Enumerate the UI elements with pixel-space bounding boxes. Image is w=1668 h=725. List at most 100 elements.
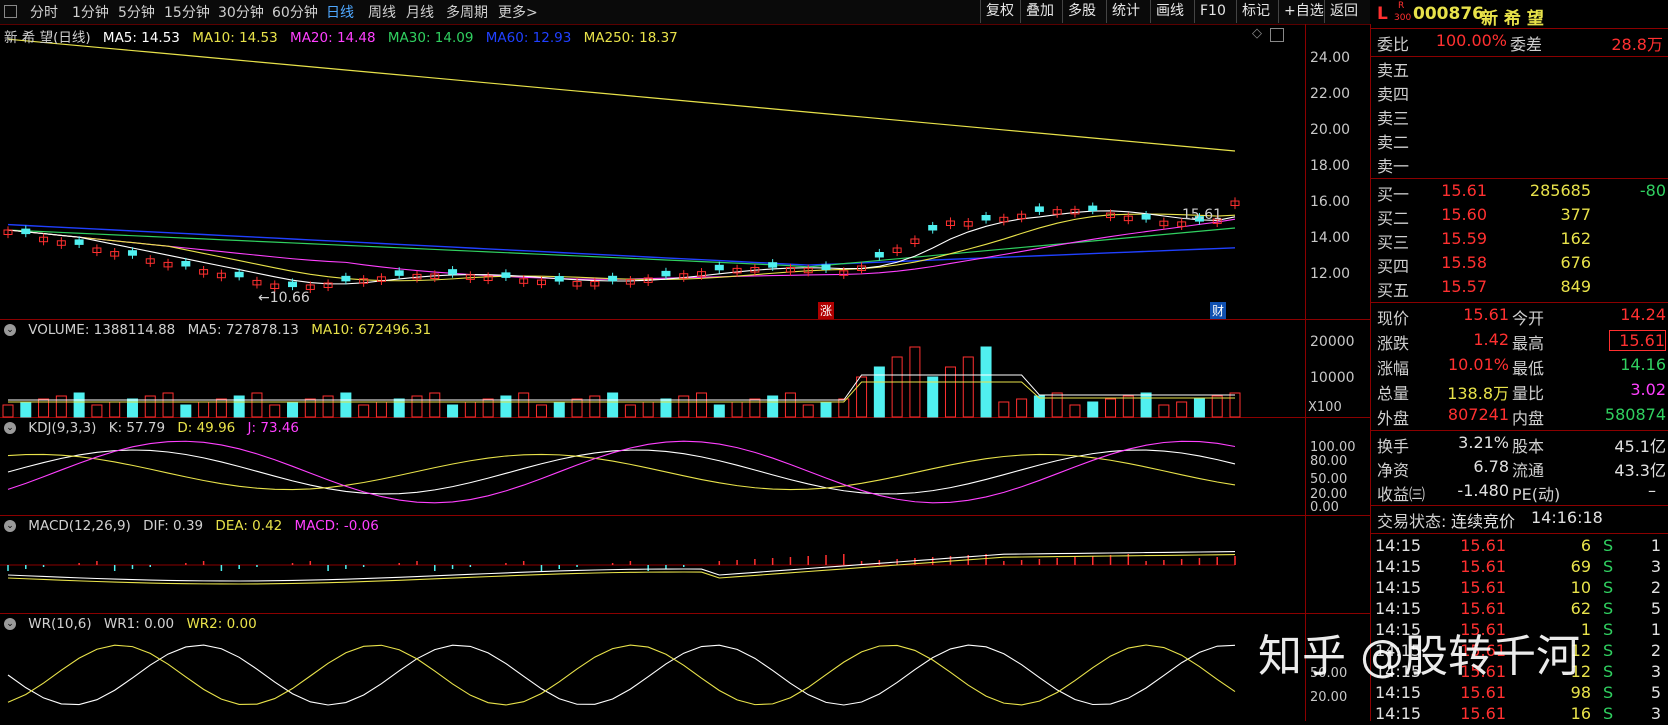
tick-price: 15.61 <box>1460 578 1506 597</box>
volume-bar <box>1105 398 1117 418</box>
volume-bar <box>109 401 121 418</box>
buy-row[interactable]: 买一 15.61 285685 -80 <box>1371 181 1668 207</box>
volume-bar <box>518 392 530 418</box>
macd-dea-label: DEA: 0.42 <box>215 518 283 534</box>
limit-up-marker[interactable]: 涨 <box>818 302 835 319</box>
sell-row: 卖五 <box>1371 57 1668 83</box>
weibi-row: 委比 100.00% 委差 28.8万 <box>1371 31 1668 57</box>
volume-bar <box>589 395 601 418</box>
chevron-down-icon[interactable]: ⌄ <box>4 520 16 532</box>
candle-body <box>661 270 671 277</box>
stat-value: 43.3亿 <box>1614 461 1666 480</box>
stat-label: 现价 <box>1377 309 1410 328</box>
macd-value-label: MACD: -0.06 <box>294 518 379 534</box>
volume-bar <box>429 392 441 418</box>
kdj-k-label: K: 57.79 <box>108 420 166 436</box>
tick-side: S <box>1603 599 1614 618</box>
candle-body <box>608 275 618 282</box>
volume-bar <box>340 392 352 418</box>
chevron-down-icon[interactable]: ⌄ <box>4 618 16 630</box>
volume-bar <box>553 401 565 418</box>
stat-label: 最高 <box>1512 334 1545 353</box>
volume-bar <box>251 392 263 418</box>
volume-bar <box>447 404 459 418</box>
back-button[interactable]: 返回 <box>1324 0 1363 23</box>
tick-count: 3 <box>1650 557 1661 576</box>
volume-bar <box>713 404 725 418</box>
volume-bar <box>642 401 654 418</box>
volume-bar <box>500 395 512 418</box>
tick-time: 14:15 <box>1375 536 1422 555</box>
stat-row: 涨幅 10.01% 最低 14.16 <box>1371 355 1668 381</box>
tick-price: 15.61 <box>1460 683 1506 702</box>
weicha-value: 28.8万 <box>1611 35 1663 54</box>
chevron-down-icon[interactable]: ⌄ <box>4 422 16 434</box>
tick-count: 3 <box>1650 704 1661 723</box>
buy-row[interactable]: 买五 15.57 849 <box>1371 277 1668 303</box>
tick-side: S <box>1603 536 1614 555</box>
stat-label: 今开 <box>1512 309 1545 328</box>
tick-price: 15.61 <box>1460 536 1506 555</box>
candle-body <box>288 281 298 288</box>
candle-body <box>821 264 831 270</box>
trade-status-value: 连续竞价 <box>1451 512 1516 531</box>
stat-value: 3.21% <box>1458 433 1509 452</box>
buy-row[interactable]: 买二 15.60 377 <box>1371 205 1668 231</box>
stat-label: PE(动) <box>1512 485 1561 504</box>
buy-row[interactable]: 买三 15.59 162 <box>1371 229 1668 255</box>
chevron-down-icon[interactable]: ⌄ <box>4 324 16 336</box>
candle-body <box>234 271 244 278</box>
sell-label: 卖五 <box>1377 61 1410 80</box>
volume-bar <box>322 395 334 418</box>
tick-side: S <box>1603 662 1614 681</box>
tick-time: 14:15 <box>1375 599 1422 618</box>
tick-price: 15.61 <box>1460 557 1506 576</box>
volume-bar <box>1016 398 1028 418</box>
stat2-row: 净资 6.78 流通 43.3亿 <box>1371 457 1668 483</box>
volume-bar <box>624 404 636 418</box>
volume-bar <box>411 395 423 418</box>
financial-marker[interactable]: 财 <box>1210 302 1227 319</box>
buy-label: 买二 <box>1377 209 1410 228</box>
volume-bar <box>678 395 690 418</box>
y-tick: 18.00 <box>1310 158 1351 174</box>
volume-bar <box>198 401 210 418</box>
candle-body <box>501 272 511 278</box>
stock-code: 000876 <box>1413 4 1484 24</box>
quote-tag-bottom: 300 <box>1394 13 1412 23</box>
volume-bar <box>784 392 796 418</box>
volume-bar <box>731 401 743 418</box>
candle-body <box>394 270 404 276</box>
volume-ma10-label: MA10: 672496.31 <box>311 322 432 338</box>
diamond-icon[interactable]: ◇ <box>1252 26 1262 41</box>
sell-row: 卖一 <box>1371 153 1668 179</box>
tick-volume: 16 <box>1570 704 1591 723</box>
weicha-label: 委差 <box>1510 35 1543 54</box>
sell-label: 卖三 <box>1377 109 1410 128</box>
y-tick: 16.00 <box>1310 194 1351 210</box>
volume-bar <box>1140 392 1152 418</box>
kline-chart[interactable] <box>0 0 1305 721</box>
quote-tag-top: R <box>1398 1 1405 11</box>
volume-bar <box>1051 392 1063 418</box>
watermark: 知乎 @股转千河 <box>1258 631 1580 682</box>
candle-body <box>554 276 564 282</box>
sell-row: 卖三 <box>1371 105 1668 131</box>
stat-label: 换手 <box>1377 437 1410 456</box>
tick-time: 14:15 <box>1375 704 1422 723</box>
candle-body <box>74 239 84 245</box>
volume-bar <box>287 401 299 418</box>
wr-title: ⌄ WR(10,6) WR1: 0.00 WR2: 0.00 <box>4 616 265 632</box>
kdj-j-line <box>7 440 1236 504</box>
buy-row[interactable]: 买四 15.58 676 <box>1371 253 1668 279</box>
volume-bar <box>1229 392 1241 418</box>
buy-change: -80 <box>1639 181 1666 200</box>
kdj-d-line <box>7 453 1236 491</box>
volume-bar <box>696 392 708 418</box>
y-tick: 20.00 <box>1310 690 1348 705</box>
stat-label: 流通 <box>1512 461 1545 480</box>
chart-settings-icon[interactable] <box>1270 28 1284 42</box>
tick-count: 1 <box>1650 536 1661 555</box>
volume-bar <box>767 395 779 418</box>
y-axis-separator <box>1305 24 1306 721</box>
